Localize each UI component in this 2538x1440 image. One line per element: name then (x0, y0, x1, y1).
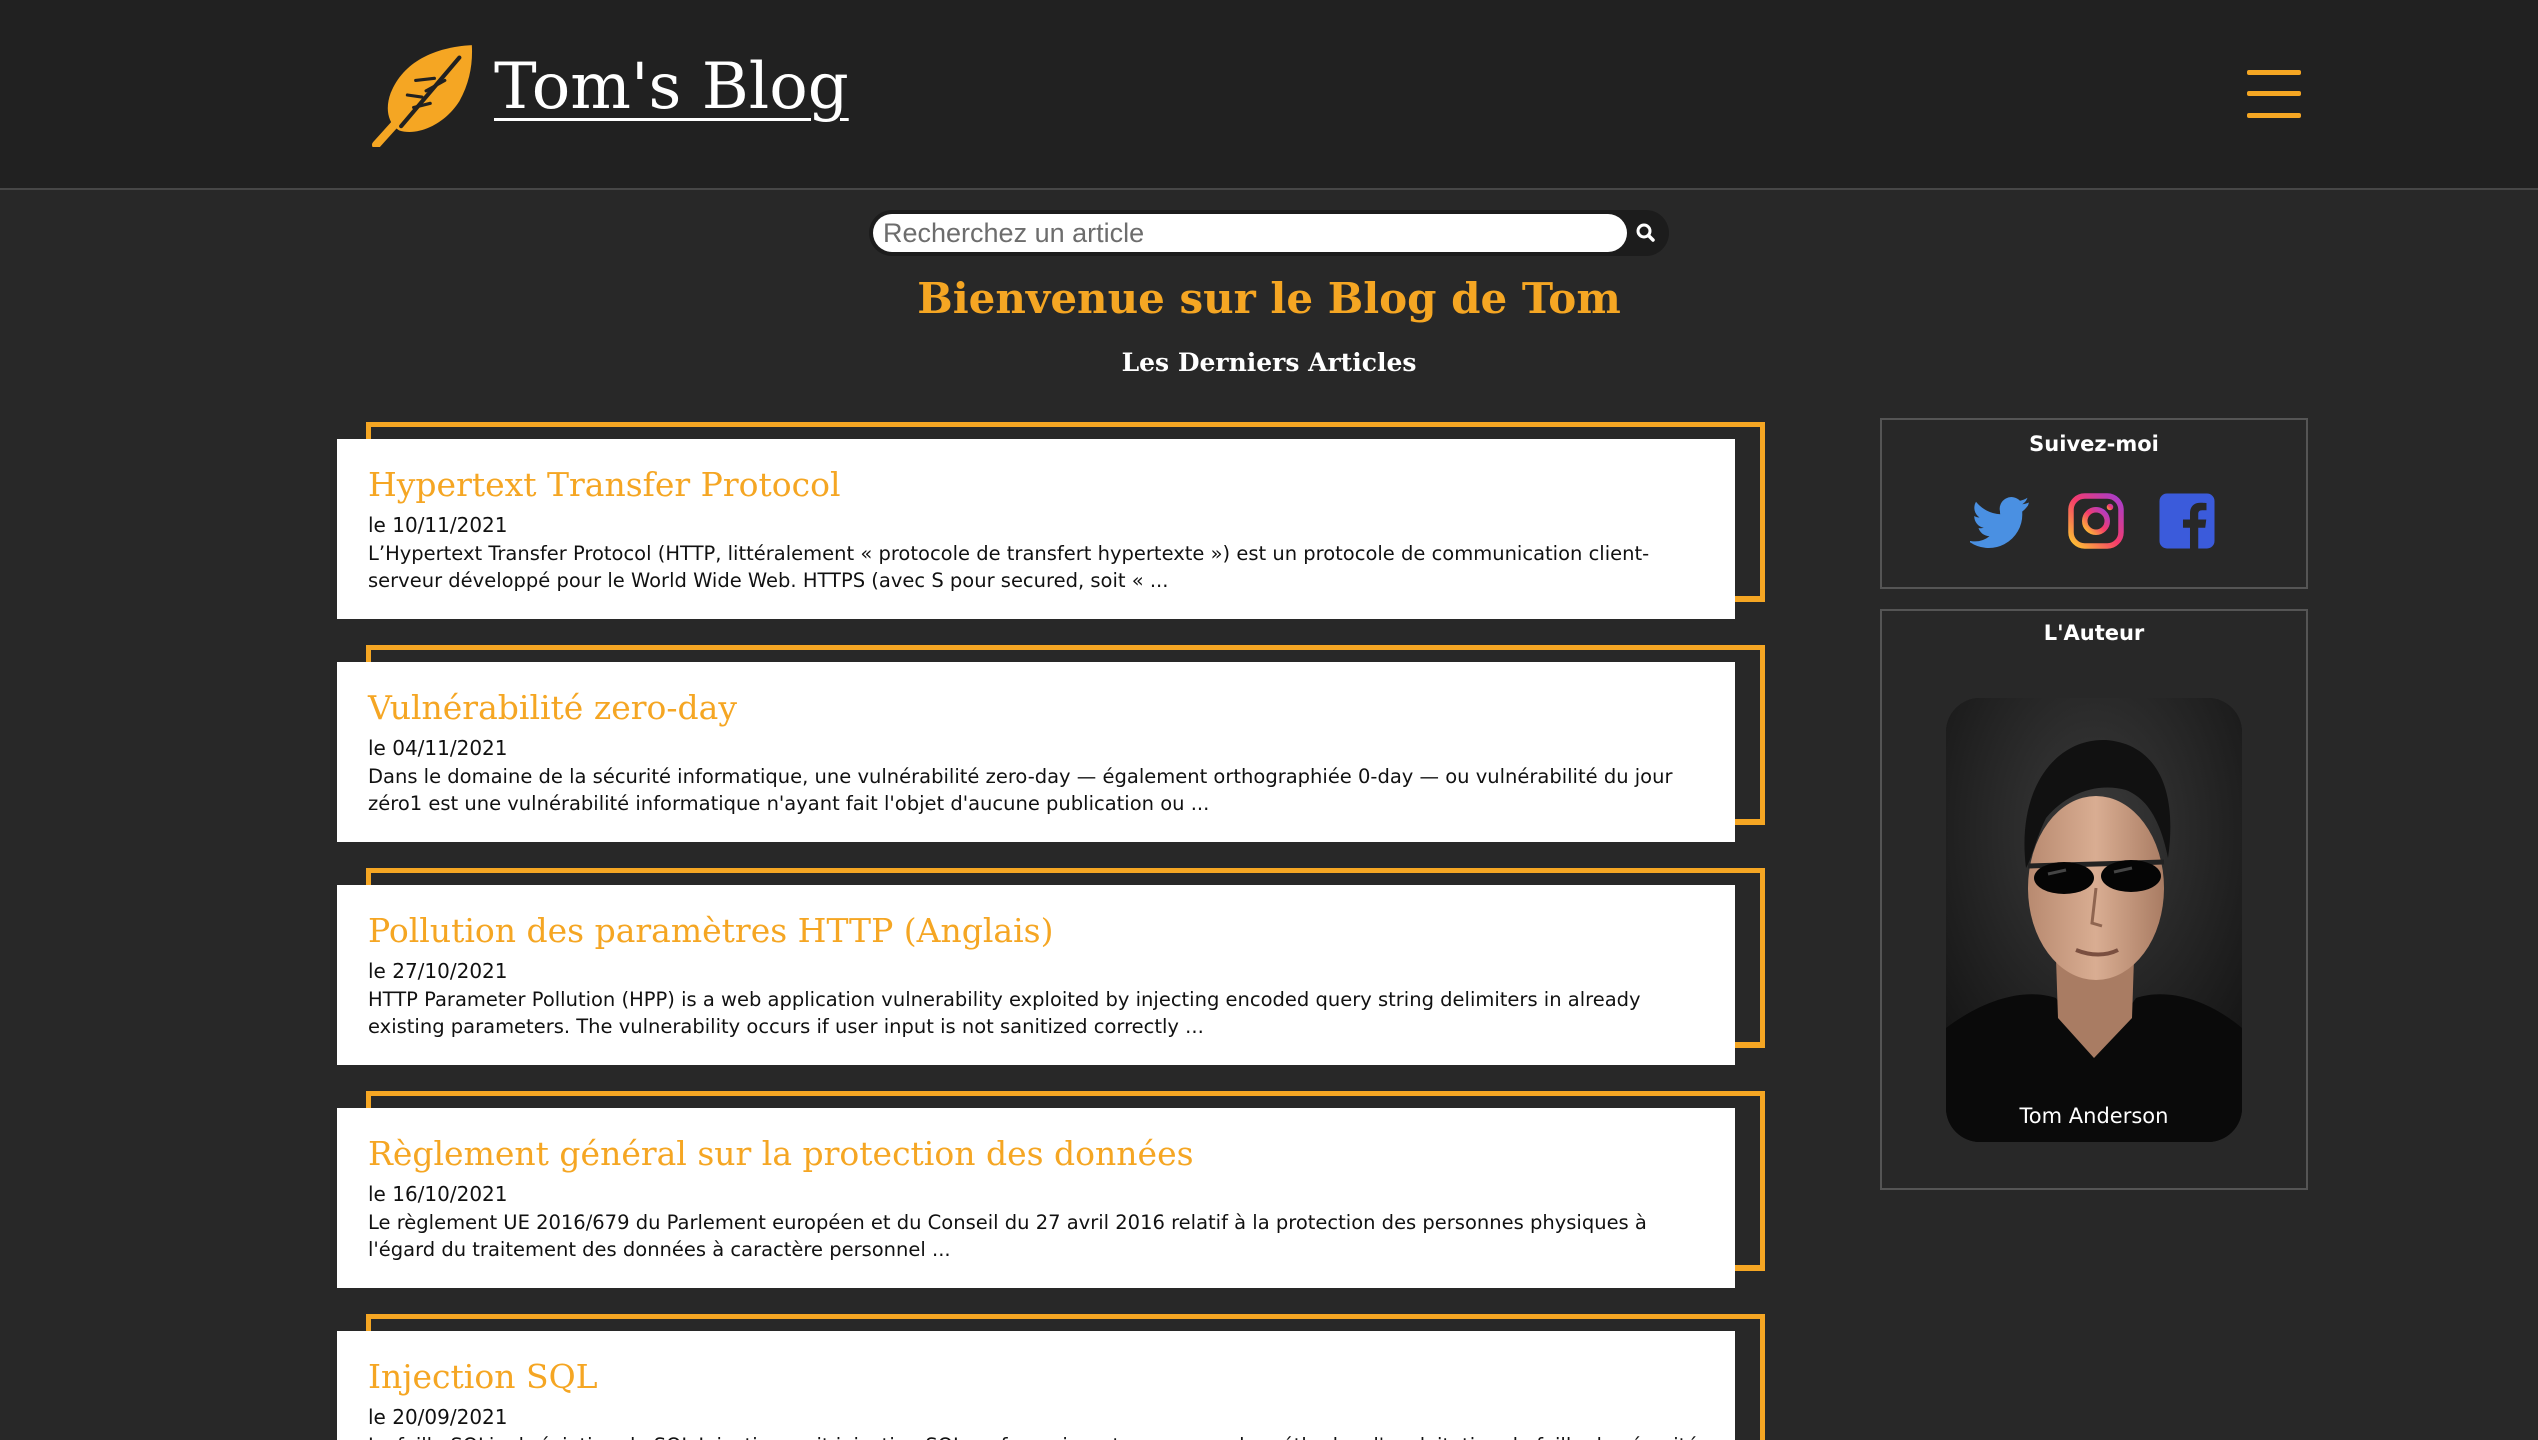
article-body: Hypertext Transfer Protocol le 10/11/202… (337, 439, 1735, 619)
article-date: le 27/10/2021 (368, 959, 508, 983)
welcome-heading: Bienvenue sur le Blog de Tom (917, 274, 1621, 323)
article-date: le 04/11/2021 (368, 736, 508, 760)
article-title[interactable]: Pollution des paramètres HTTP (Anglais) (368, 911, 1053, 950)
article-body: Règlement général sur la protection des … (337, 1108, 1735, 1288)
article-card[interactable]: Pollution des paramètres HTTP (Anglais) … (337, 868, 1765, 1068)
search-input[interactable] (873, 214, 1627, 252)
twitter-icon[interactable] (1970, 491, 2030, 551)
feather-icon[interactable] (372, 43, 476, 147)
article-excerpt: Le règlement UE 2016/679 du Parlement eu… (368, 1211, 1647, 1261)
author-name: Tom Anderson (2019, 1104, 2169, 1128)
follow-me-title: Suivez-moi (2029, 432, 2159, 456)
search-icon (1636, 223, 1655, 242)
article-body: Vulnérabilité zero-day le 04/11/2021 Dan… (337, 662, 1735, 842)
instagram-icon[interactable] (2066, 491, 2126, 551)
follow-me-box: Suivez-moi (1880, 418, 2308, 589)
article-excerpt: Dans le domaine de la sécurité informati… (368, 765, 1673, 815)
article-date: le 10/11/2021 (368, 513, 508, 537)
article-date: le 16/10/2021 (368, 1182, 508, 1206)
author-title: L'Auteur (2043, 621, 2145, 645)
author-box: L'Auteur Tom Anderson (1880, 609, 2308, 1190)
article-excerpt: La faille SQLi, abréviation de SQL Injec… (368, 1432, 1718, 1440)
article-title[interactable]: Règlement général sur la protection des … (368, 1134, 1194, 1173)
facebook-icon[interactable] (2157, 491, 2217, 551)
article-title[interactable]: Vulnérabilité zero-day (368, 688, 737, 727)
article-card[interactable]: Hypertext Transfer Protocol le 10/11/202… (337, 422, 1765, 622)
article-card[interactable]: Vulnérabilité zero-day le 04/11/2021 Dan… (337, 645, 1765, 845)
article-excerpt: L’Hypertext Transfer Protocol (HTTP, lit… (368, 542, 1650, 592)
search-bar (869, 210, 1669, 256)
article-body: Injection SQL le 20/09/2021 La faille SQ… (337, 1331, 1735, 1440)
article-title[interactable]: Hypertext Transfer Protocol (368, 465, 841, 504)
article-card[interactable]: Injection SQL le 20/09/2021 La faille SQ… (337, 1314, 1765, 1440)
article-body: Pollution des paramètres HTTP (Anglais) … (337, 885, 1735, 1065)
search-button[interactable] (1627, 214, 1665, 252)
article-excerpt: HTTP Parameter Pollution (HPP) is a web … (368, 988, 1641, 1038)
article-date: le 20/09/2021 (368, 1405, 508, 1429)
site-title-link[interactable]: Tom's Blog (494, 50, 849, 124)
article-card[interactable]: Règlement général sur la protection des … (337, 1091, 1765, 1291)
latest-articles-heading: Les Derniers Articles (1121, 348, 1417, 377)
author-photo (1946, 698, 2242, 1142)
site-header: Tom's Blog (0, 0, 2538, 190)
hamburger-menu-icon[interactable] (2247, 70, 2301, 118)
author-portrait: Tom Anderson (1946, 698, 2242, 1142)
article-title[interactable]: Injection SQL (368, 1357, 598, 1396)
